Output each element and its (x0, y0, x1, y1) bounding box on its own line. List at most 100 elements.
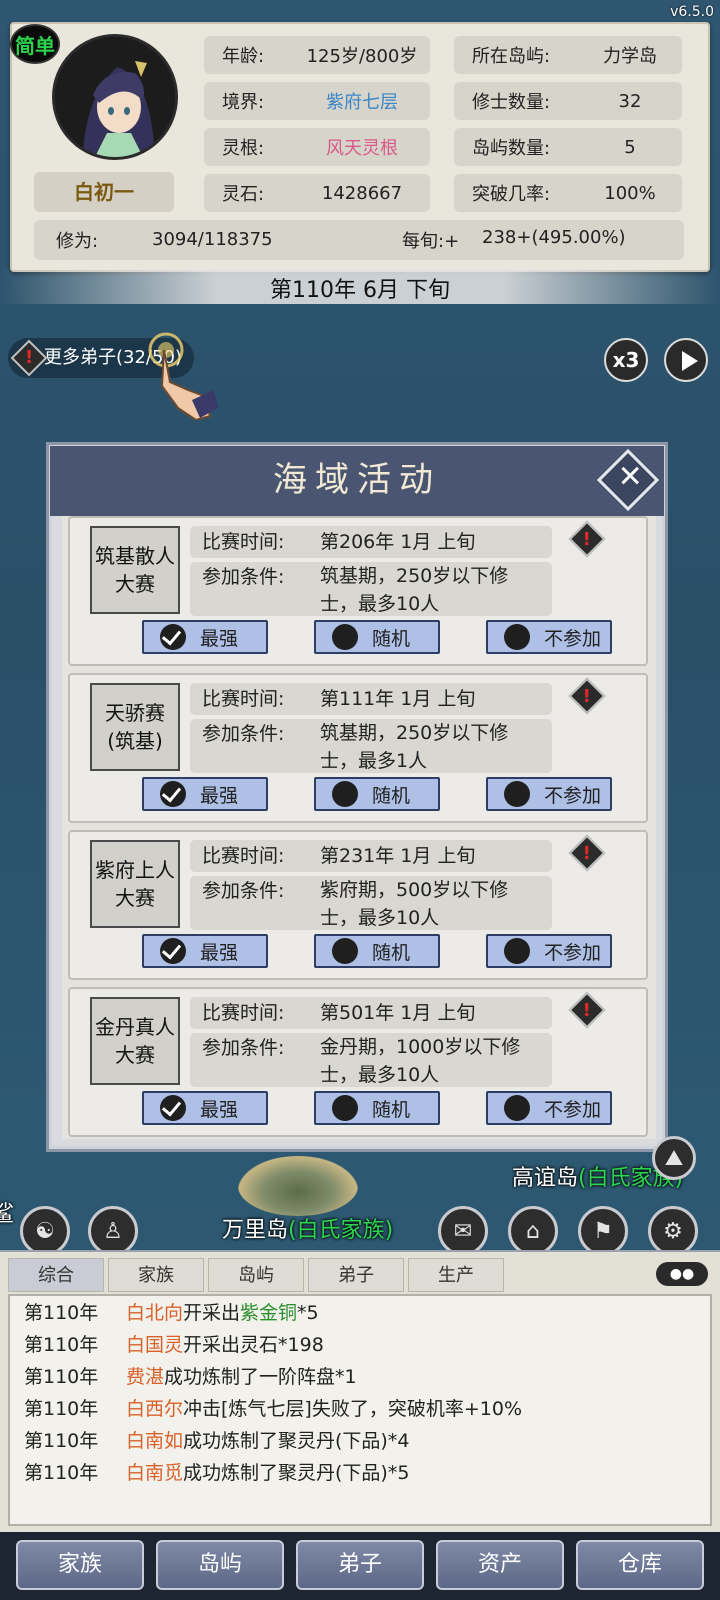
alert-icon[interactable]: ! (568, 520, 606, 558)
mountain-icon[interactable]: ⛰ (652, 1136, 696, 1180)
stat-island: 所在岛屿: 力学岛 (454, 36, 682, 74)
log-tab[interactable]: 综合 (8, 1258, 104, 1292)
nav-family-button[interactable]: 家族 (16, 1540, 144, 1590)
radio-icon (504, 781, 530, 807)
option-skip-radio[interactable]: 不参加 (486, 620, 612, 654)
cultivation-bar: 修为: 3094/118375 每旬:+ 238+(495.00%) (34, 220, 684, 260)
event-card: 天骄赛 (筑基) 比赛时间: 第111年 1月 上旬 参加条件: 筑基期，250… (68, 673, 648, 823)
event-condition-row: 参加条件: 筑基期，250岁以下修士，最多1人 (190, 719, 552, 773)
option-random-radio[interactable]: 随机 (314, 620, 440, 654)
log-tab[interactable]: 岛屿 (208, 1258, 304, 1292)
event-time-row: 比赛时间: 第231年 1月 上旬 (190, 840, 552, 872)
stat-island-count: 岛屿数量: 5 (454, 128, 682, 166)
flag-icon[interactable]: ⚑ (578, 1206, 628, 1256)
nav-disciples-button[interactable]: 弟子 (296, 1540, 424, 1590)
option-skip-radio[interactable]: 不参加 (486, 1091, 612, 1125)
option-strongest-radio[interactable]: 最强 (142, 777, 268, 811)
tap-hint-hand-icon (148, 332, 218, 420)
log-entry: 第110年 白西尔冲击[炼气七层]失败了，突破机率+10% (24, 1398, 522, 1420)
event-time: 第206年 1月 上旬 (320, 531, 476, 553)
radio-icon (332, 1095, 358, 1121)
option-random-radio[interactable]: 随机 (314, 934, 440, 968)
event-name: 金丹真人 大赛 (90, 997, 180, 1085)
stat-realm: 境界: 紫府七层 (204, 82, 430, 120)
option-strongest-radio[interactable]: 最强 (142, 1091, 268, 1125)
event-card: 金丹真人 大赛 比赛时间: 第501年 1月 上旬 参加条件: 金丹期，1000… (68, 987, 648, 1137)
option-random-radio[interactable]: 随机 (314, 777, 440, 811)
event-time-row: 比赛时间: 第206年 1月 上旬 (190, 526, 552, 558)
radio-icon (504, 1095, 530, 1121)
radio-icon (332, 624, 358, 650)
event-condition: 紫府期，500岁以下修士，最多10人 (320, 879, 509, 929)
option-skip-radio[interactable]: 不参加 (486, 934, 612, 968)
stat-spirit-root: 灵根: 风天灵根 (204, 128, 430, 166)
radio-icon (504, 938, 530, 964)
alert-icon[interactable]: ! (568, 834, 606, 872)
log-entry: 第110年 费湛成功炼制了一阶阵盘*1 (24, 1366, 357, 1388)
nav-islands-button[interactable]: 岛屿 (156, 1540, 284, 1590)
option-skip-radio[interactable]: 不参加 (486, 777, 612, 811)
player-avatar[interactable] (52, 34, 178, 160)
difficulty-badge: 简单 (10, 24, 60, 64)
event-condition: 筑基期，250岁以下修士，最多10人 (320, 565, 509, 615)
checked-radio-icon (160, 624, 186, 650)
log-entry: 第110年 白南如成功炼制了聚灵丹(下品)*4 (24, 1430, 410, 1452)
alert-icon: ! (10, 339, 48, 377)
log-tab[interactable]: 生产 (408, 1258, 504, 1292)
event-condition-row: 参加条件: 金丹期，1000岁以下修士，最多10人 (190, 1033, 552, 1087)
log-entry: 第110年 白北向开采出紫金铜*5 (24, 1302, 319, 1324)
gear-icon[interactable]: ⚙ (648, 1206, 698, 1256)
alert-icon[interactable]: ! (568, 677, 606, 715)
speed-x3-button[interactable]: x3 (604, 338, 648, 382)
island-wanli-label[interactable]: 万里岛(白氏家族) (222, 1212, 393, 1244)
island-wanli-graphic[interactable] (238, 1156, 358, 1216)
event-name: 筑基散人 大赛 (90, 526, 180, 614)
player-name[interactable]: 白初一 (34, 172, 174, 212)
checked-radio-icon (160, 781, 186, 807)
character-icon[interactable]: ♙ (88, 1206, 138, 1256)
stat-cultivators: 修士数量: 32 (454, 82, 682, 120)
event-condition-row: 参加条件: 筑基期，250岁以下修士，最多10人 (190, 562, 552, 616)
option-strongest-radio[interactable]: 最强 (142, 934, 268, 968)
game-date: 第110年 6月 下旬 (270, 278, 450, 303)
checked-radio-icon (160, 938, 186, 964)
stat-spirit-stones: 灵石: 1428667 (204, 174, 430, 212)
radio-icon (332, 938, 358, 964)
event-card: 筑基散人 大赛 比赛时间: 第206年 1月 上旬 参加条件: 筑基期，250岁… (68, 516, 648, 666)
edge-label: 鲨 (0, 1202, 15, 1227)
log-settings-icon[interactable]: ●● (656, 1262, 708, 1286)
alert-icon[interactable]: ! (568, 991, 606, 1029)
nav-assets-button[interactable]: 资产 (436, 1540, 564, 1590)
sect-emblem-icon[interactable]: ☯ (20, 1206, 70, 1256)
version-label: v6.5.0 (670, 4, 714, 20)
play-button[interactable] (664, 338, 708, 382)
radio-icon (504, 624, 530, 650)
log-entry: 第110年 白南觅成功炼制了聚灵丹(下品)*5 (24, 1462, 410, 1484)
event-condition-row: 参加条件: 紫府期，500岁以下修士，最多10人 (190, 876, 552, 930)
event-name: 紫府上人 大赛 (90, 840, 180, 928)
event-condition: 金丹期，1000岁以下修士，最多10人 (320, 1036, 521, 1086)
dialog-title: 海域活动 (273, 460, 441, 500)
close-icon: ✕ (617, 459, 643, 495)
event-time-row: 比赛时间: 第501年 1月 上旬 (190, 997, 552, 1029)
radio-icon (332, 781, 358, 807)
log-tab[interactable]: 家族 (108, 1258, 204, 1292)
event-name: 天骄赛 (筑基) (90, 683, 180, 771)
event-time: 第111年 1月 上旬 (320, 688, 476, 710)
checked-radio-icon (160, 1095, 186, 1121)
stat-age: 年龄: 125岁/800岁 (204, 36, 430, 74)
event-list[interactable]: 筑基散人 大赛 比赛时间: 第206年 1月 上旬 参加条件: 筑基期，250岁… (62, 516, 656, 1139)
pavilion-icon[interactable]: ⌂ (508, 1206, 558, 1256)
event-card: 紫府上人 大赛 比赛时间: 第231年 1月 上旬 参加条件: 紫府期，500岁… (68, 830, 648, 980)
event-condition: 筑基期，250岁以下修士，最多1人 (320, 722, 509, 772)
event-time: 第231年 1月 上旬 (320, 845, 476, 867)
option-random-radio[interactable]: 随机 (314, 1091, 440, 1125)
log-tab[interactable]: 弟子 (308, 1258, 404, 1292)
event-time: 第501年 1月 上旬 (320, 1002, 476, 1024)
log-entry: 第110年 白国灵开采出灵石*198 (24, 1334, 324, 1356)
event-time-row: 比赛时间: 第111年 1月 上旬 (190, 683, 552, 715)
option-strongest-radio[interactable]: 最强 (142, 620, 268, 654)
nav-warehouse-button[interactable]: 仓库 (576, 1540, 704, 1590)
scroll-icon[interactable]: ✉ (438, 1206, 488, 1256)
stat-breakthrough-rate: 突破几率: 100% (454, 174, 682, 212)
